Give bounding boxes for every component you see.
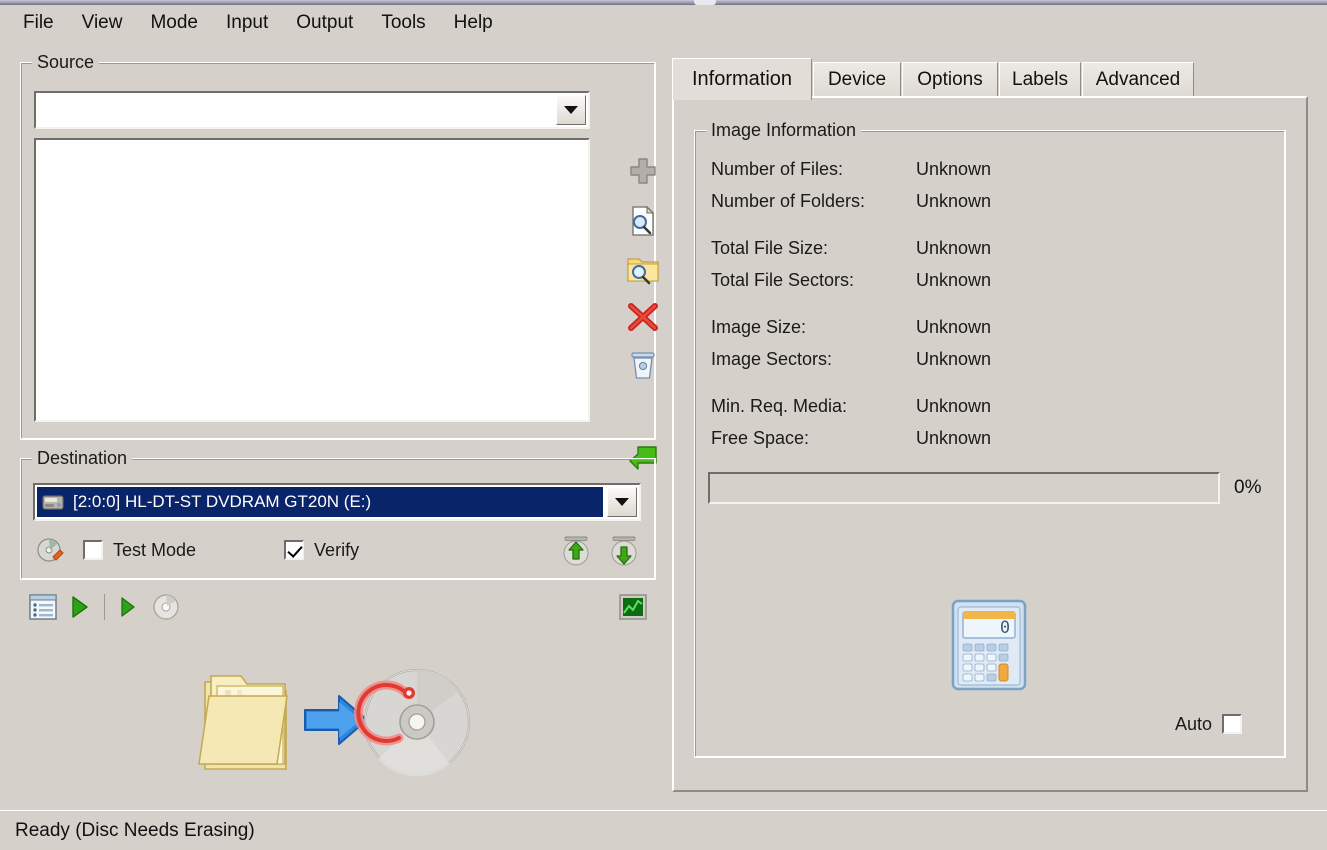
progress-row: 0% xyxy=(708,470,1286,506)
destination-device-label: [2:0:0] HL-DT-ST DVDRAM GT20N (E:) xyxy=(73,492,372,511)
info-row-number-of-files: Number of Files: Unknown xyxy=(711,153,1231,185)
info-value: Unknown xyxy=(916,158,992,179)
menu-item-tools[interactable]: Tools xyxy=(368,9,438,37)
browse-folder-icon[interactable] xyxy=(621,247,665,291)
info-label: Image Sectors: xyxy=(711,348,833,369)
info-row-number-of-folders: Number of Folders: Unknown xyxy=(711,185,1231,217)
info-value: Unknown xyxy=(916,237,992,258)
menu-item-file[interactable]: File xyxy=(10,9,67,37)
tab-advanced[interactable]: Advanced xyxy=(1082,62,1194,98)
build-queue-icon[interactable] xyxy=(28,592,58,622)
test-mode-label: Test Mode xyxy=(113,539,197,560)
source-group-title: Source xyxy=(32,52,100,73)
destination-combo[interactable]: [2:0:0] HL-DT-ST DVDRAM GT20N (E:) xyxy=(33,483,641,521)
calculator-icon[interactable]: 0 xyxy=(949,597,1031,693)
info-row-total-file-size: Total File Size: Unknown xyxy=(711,232,1231,264)
info-label: Image Size: xyxy=(711,316,807,337)
info-label: Number of Folders: xyxy=(711,190,866,211)
destination-groupbox: Destination [2:0:0] HL-DT-ST DVDRAM GT20… xyxy=(20,448,656,580)
destination-selected-item[interactable]: [2:0:0] HL-DT-ST DVDRAM GT20N (E:) xyxy=(37,487,603,517)
clear-icon[interactable] xyxy=(621,343,665,387)
verify-checkbox[interactable] xyxy=(284,540,305,560)
info-value: Unknown xyxy=(916,190,992,211)
info-value: Unknown xyxy=(916,348,992,369)
source-groupbox: Source xyxy=(20,52,659,470)
play-icon[interactable] xyxy=(68,594,92,620)
info-value: Unknown xyxy=(916,269,992,290)
info-row-total-file-sectors: Total File Sectors: Unknown xyxy=(711,264,1231,296)
chevron-down-icon xyxy=(564,106,578,114)
info-label: Number of Files: xyxy=(711,158,844,179)
destination-group-title: Destination xyxy=(32,448,133,469)
info-value: Unknown xyxy=(916,395,992,416)
info-row-image-size: Image Size: Unknown xyxy=(711,311,1231,343)
tab-options[interactable]: Options xyxy=(902,62,998,98)
image-information-rows: Number of Files: Unknown Number of Folde… xyxy=(711,153,1231,454)
status-text: Ready (Disc Needs Erasing) xyxy=(8,816,262,845)
status-bar: Ready (Disc Needs Erasing) xyxy=(0,810,1327,850)
bottom-toolbar xyxy=(28,590,648,624)
source-combo-dropdown-button[interactable] xyxy=(556,95,586,125)
play-small-icon[interactable] xyxy=(117,594,139,620)
folder-to-disc-illustration xyxy=(195,660,475,790)
toolbar-separator xyxy=(104,594,105,620)
info-label: Min. Req. Media: xyxy=(711,395,848,416)
info-label: Free Space: xyxy=(711,427,810,448)
auto-label: Auto xyxy=(1175,713,1213,734)
tab-labels[interactable]: Labels xyxy=(999,62,1081,98)
disc-icon xyxy=(353,669,470,777)
add-icon[interactable] xyxy=(621,151,665,195)
progress-percent-label: 0% xyxy=(1234,477,1262,498)
info-row-image-sectors: Image Sectors: Unknown xyxy=(711,343,1231,375)
info-value: Unknown xyxy=(916,316,992,337)
test-mode-checkbox[interactable] xyxy=(83,540,103,560)
verify-label: Verify xyxy=(314,539,360,560)
disc-layout-icon[interactable] xyxy=(151,592,181,622)
image-information-title: Image Information xyxy=(706,120,862,141)
menu-item-view[interactable]: View xyxy=(69,9,136,37)
menu-item-help[interactable]: Help xyxy=(441,9,506,37)
source-icon-toolbar xyxy=(621,151,669,491)
destination-options-row: Test Mode Verify xyxy=(35,531,641,569)
remove-icon[interactable] xyxy=(621,295,665,339)
eject-button[interactable] xyxy=(559,533,593,567)
tab-information[interactable]: Information xyxy=(672,58,812,100)
info-label: Total File Sectors: xyxy=(711,269,855,290)
erase-disc-icon[interactable] xyxy=(35,535,65,565)
info-label: Total File Size: xyxy=(711,237,829,258)
chevron-down-icon xyxy=(615,498,629,506)
source-file-list[interactable] xyxy=(34,138,590,422)
svg-text:0: 0 xyxy=(1000,618,1010,638)
tab-device[interactable]: Device xyxy=(813,62,901,98)
info-value: Unknown xyxy=(916,427,992,448)
info-row-free-space: Free Space: Unknown xyxy=(711,422,1231,454)
drive-icon xyxy=(42,495,64,510)
source-combo-value xyxy=(42,93,552,127)
tab-strip: Information Device Options Labels Advanc… xyxy=(672,58,1308,100)
info-row-min-req-media: Min. Req. Media: Unknown xyxy=(711,390,1231,422)
menu-item-output[interactable]: Output xyxy=(283,9,366,37)
auto-calculate-row: Auto xyxy=(1175,710,1243,738)
menu-item-mode[interactable]: Mode xyxy=(137,9,211,37)
menu-bar: File View Mode Input Output Tools Help xyxy=(0,5,1327,40)
auto-checkbox[interactable] xyxy=(1222,714,1243,734)
graph-icon[interactable] xyxy=(618,592,648,622)
source-combo[interactable] xyxy=(34,91,590,129)
destination-combo-dropdown-button[interactable] xyxy=(607,487,637,517)
folder-icon xyxy=(198,675,288,770)
progress-bar xyxy=(708,472,1220,504)
browse-file-icon[interactable] xyxy=(621,199,665,243)
load-button[interactable] xyxy=(607,533,641,567)
menu-item-input[interactable]: Input xyxy=(213,9,281,37)
